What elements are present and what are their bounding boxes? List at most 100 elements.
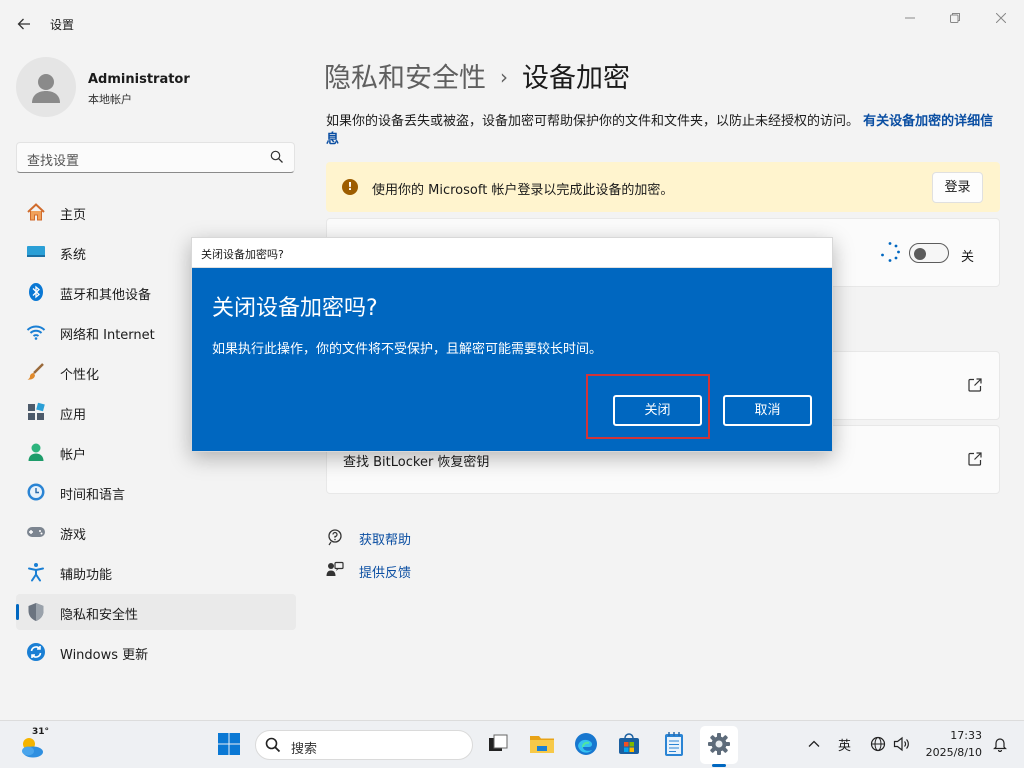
task-view-icon	[489, 734, 508, 751]
arrow-left-icon	[17, 18, 30, 30]
update-icon	[26, 642, 46, 662]
clock-date[interactable]: 2025/8/10	[920, 746, 982, 759]
home-icon	[26, 202, 46, 222]
show-hidden-icons-button[interactable]	[800, 730, 828, 758]
cancel-button[interactable]: 取消	[723, 395, 812, 426]
close-window-button[interactable]	[981, 8, 1021, 28]
sidebar-item-time-language[interactable]: 时间和语言	[16, 474, 296, 510]
taskbar-search-placeholder: 搜索	[291, 742, 318, 757]
user-avatar-icon	[32, 74, 60, 103]
breadcrumb: 隐私和安全性 › 设备加密	[324, 56, 630, 95]
time-language-icon	[26, 482, 46, 502]
globe-icon	[870, 736, 886, 752]
help-icon	[328, 529, 342, 546]
sidebar-item-gaming[interactable]: 游戏	[16, 514, 296, 550]
warning-text: 使用你的 Microsoft 帐户登录以完成此设备的加密。	[372, 183, 674, 198]
notifications-button[interactable]	[986, 730, 1014, 758]
sidebar-item-label: 应用	[60, 408, 87, 423]
feedback-icon	[326, 561, 344, 576]
loading-spinner-icon	[881, 242, 900, 262]
app-title: 设置	[50, 18, 75, 32]
accessibility-icon	[26, 562, 46, 582]
toggle-knob	[914, 248, 926, 260]
confirm-turn-off-button[interactable]: 关闭	[613, 395, 702, 426]
page-description: 如果你的设备丢失或被盗，设备加密可帮助保护你的文件和文件夹，以防止未经授权的访问…	[326, 113, 998, 149]
encryption-toggle[interactable]	[909, 243, 949, 263]
store-icon	[619, 733, 639, 754]
user-name: Administrator	[88, 72, 190, 87]
page-title: 设备加密	[522, 63, 630, 94]
weather-partly-cloudy-icon	[22, 738, 43, 758]
restore-icon	[950, 13, 960, 23]
taskbar-search-box[interactable]: 搜索	[255, 730, 473, 760]
edge-icon	[575, 733, 597, 755]
sidebar-item-privacy-security[interactable]: 隐私和安全性	[16, 594, 296, 630]
task-view-button[interactable]	[484, 730, 512, 758]
gamepad-icon	[26, 522, 46, 542]
speaker-icon	[893, 736, 909, 752]
maximize-button[interactable]	[935, 8, 975, 28]
user-profile[interactable]: Administrator 本地帐户	[16, 57, 296, 117]
volume-button[interactable]	[888, 730, 916, 758]
sidebar-item-label: 时间和语言	[60, 488, 126, 503]
sidebar-item-windows-update[interactable]: Windows 更新	[16, 634, 296, 670]
bluetooth-icon	[26, 282, 46, 302]
give-feedback-label: 提供反馈	[359, 566, 412, 581]
notepad-button[interactable]	[660, 730, 688, 758]
breadcrumb-separator: ›	[500, 65, 508, 89]
sidebar-item-label: 帐户	[60, 448, 87, 463]
breadcrumb-parent[interactable]: 隐私和安全性	[324, 63, 486, 94]
edge-browser-button[interactable]	[572, 730, 600, 758]
settings-app-button[interactable]	[705, 730, 733, 758]
dialog-titlebar: 关闭设备加密吗?	[192, 238, 832, 268]
apps-icon	[26, 402, 46, 422]
search-icon	[265, 737, 281, 753]
store-button[interactable]	[615, 730, 643, 758]
wifi-icon	[26, 322, 46, 342]
close-icon	[996, 13, 1006, 23]
warning-icon: !	[342, 179, 358, 195]
sidebar-item-label: 游戏	[60, 528, 87, 543]
weather-widget[interactable]: 31°	[18, 727, 50, 759]
start-button[interactable]	[215, 730, 243, 758]
folder-icon	[530, 736, 554, 753]
windows-logo-icon	[218, 733, 240, 755]
settings-search-input[interactable]: 查找设置	[16, 142, 295, 173]
description-text: 如果你的设备丢失或被盗，设备加密可帮助保护你的文件和文件夹，以防止未经授权的访问…	[326, 114, 860, 129]
user-account-type: 本地帐户	[88, 93, 132, 106]
weather-temperature: 31°	[32, 727, 50, 737]
file-explorer-button[interactable]	[528, 730, 556, 758]
sidebar-item-accessibility[interactable]: 辅助功能	[16, 554, 296, 590]
search-icon	[270, 150, 283, 163]
active-app-indicator	[712, 764, 726, 767]
dialog-message: 如果执行此操作，你的文件将不受保护，且解密可能需要较长时间。	[212, 342, 603, 357]
sidebar-item-label: 隐私和安全性	[60, 608, 139, 623]
sidebar-item-label: 蓝牙和其他设备	[60, 288, 152, 303]
clock-time[interactable]: 17:33	[940, 729, 982, 742]
bitlocker-recovery-key-label: 查找 BitLocker 恢复密钥	[343, 455, 490, 470]
system-icon	[26, 242, 46, 262]
sidebar-item-home[interactable]: 主页	[16, 194, 296, 230]
external-link-icon	[968, 452, 982, 466]
minimize-button[interactable]	[890, 8, 930, 28]
brush-icon	[26, 362, 46, 382]
sign-in-button[interactable]: 登录	[932, 172, 983, 203]
search-placeholder: 查找设置	[27, 154, 80, 169]
shield-icon	[26, 602, 46, 622]
back-button[interactable]	[12, 12, 36, 36]
dialog-heading: 关闭设备加密吗?	[212, 296, 378, 321]
sidebar-item-label: 系统	[60, 248, 87, 263]
sidebar-item-label: Windows 更新	[60, 648, 149, 663]
ime-indicator[interactable]: 英	[838, 735, 851, 754]
taskbar: 31° 搜索 英 17:33 2025/8/10	[0, 720, 1024, 768]
dialog-window-title: 关闭设备加密吗?	[201, 248, 284, 261]
signin-warning-bar: ! 使用你的 Microsoft 帐户登录以完成此设备的加密。 登录	[326, 162, 1000, 212]
notification-bell-icon	[993, 738, 1007, 752]
sidebar-item-label: 辅助功能	[60, 568, 113, 583]
get-help-label: 获取帮助	[359, 533, 412, 548]
title-bar: 设置	[0, 0, 1024, 46]
turn-off-encryption-dialog: 关闭设备加密吗? 关闭设备加密吗? 如果执行此操作，你的文件将不受保护，且解密可…	[191, 237, 833, 452]
external-link-icon	[968, 378, 982, 392]
toggle-state-label: 关	[961, 250, 975, 265]
avatar	[16, 57, 76, 117]
